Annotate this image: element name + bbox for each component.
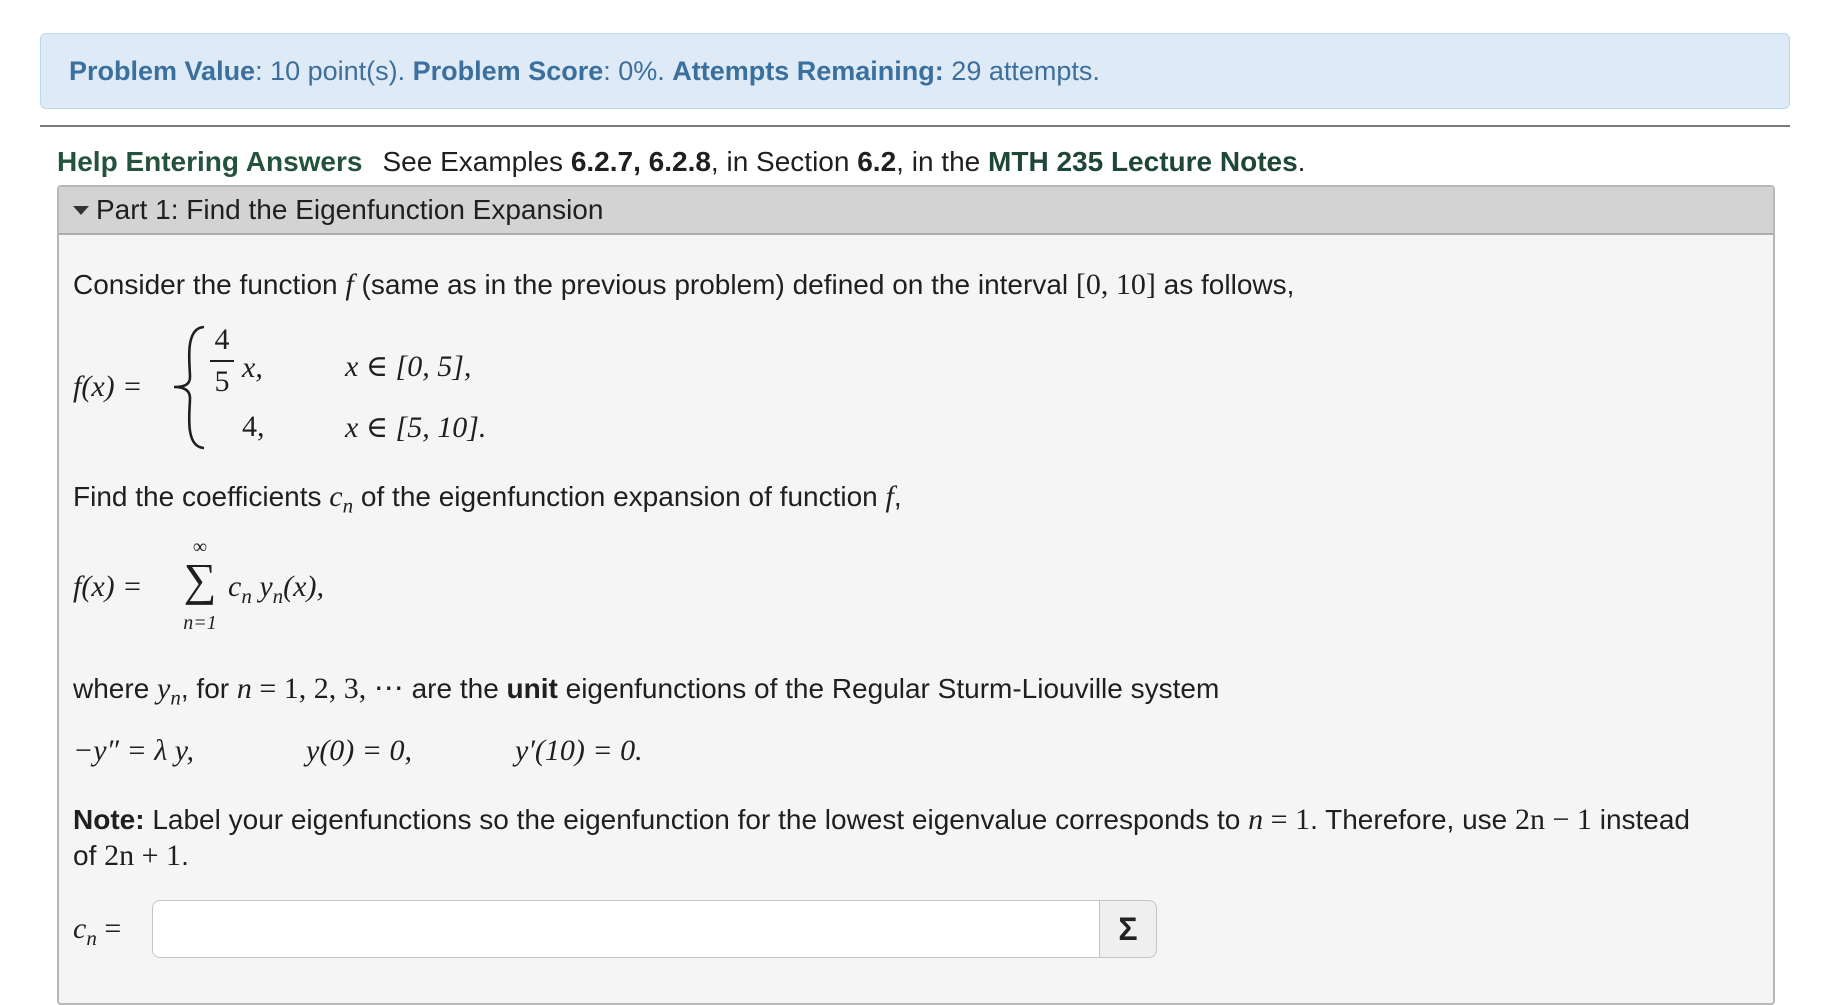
series-y-subscript: n: [272, 584, 284, 608]
find-text-c: ,: [893, 481, 902, 512]
part-1-title: Part 1: Find the Eigenfunction Expansion: [96, 194, 604, 225]
note-line-1: Note: Label your eigenfunctions so the e…: [73, 803, 1690, 837]
note-n: n: [1248, 803, 1264, 836]
help-line: Help Entering Answers See Examples 6.2.7,…: [57, 146, 1305, 178]
fraction-bar: [210, 360, 234, 362]
intro-text-c: as follows,: [1155, 269, 1295, 300]
where-text: where yn, for n = 1, 2, 3, ⋯ are the uni…: [73, 671, 1219, 711]
where-text-d: eigenfunctions of the Regular Sturm-Liou…: [557, 673, 1220, 704]
part-1-header[interactable]: Part 1: Find the Eigenfunction Expansion: [59, 187, 1773, 235]
series-c: c: [228, 570, 242, 603]
find-coefficients-text: Find the coefficients cn of the eigenfun…: [73, 480, 902, 519]
help-text-see: See Examples: [382, 146, 571, 177]
series-x: (x),: [283, 570, 324, 603]
note-line-2: of 2n + 1.: [73, 839, 189, 873]
sigma-symbol: ∑: [183, 554, 217, 605]
problem-score-label: Problem Score: [412, 56, 604, 86]
where-text-a: where: [73, 673, 158, 704]
note-label: Note:: [73, 804, 145, 835]
note-2n-plus-1: 2n + 1: [104, 839, 182, 872]
piece1-x: x,: [242, 351, 263, 384]
caret-down-icon[interactable]: [73, 206, 89, 215]
n-subscript: n: [342, 493, 354, 518]
series-lhs: f(x) =: [73, 570, 143, 603]
help-entering-answers-link[interactable]: Help Entering Answers: [57, 146, 362, 177]
left-brace: [173, 325, 205, 450]
piece2-domain: x ∈ [5, 10].: [345, 411, 487, 444]
interval: [0, 10]: [1075, 268, 1156, 301]
note-text-end: .: [181, 840, 189, 871]
note-text-of: of: [73, 840, 105, 871]
problem-score: : 0%.: [603, 56, 673, 86]
ode-equation: −y″ = λ y,: [73, 734, 194, 767]
piecewise-lhs: f(x) =: [73, 370, 143, 403]
find-text-a: Find the coefficients: [73, 481, 330, 512]
y-symbol: y: [157, 672, 171, 705]
where-text-c: are the: [403, 673, 507, 704]
where-text-b: , for: [180, 673, 237, 704]
answer-label: cn =: [73, 912, 121, 951]
note-text-c: instead: [1591, 804, 1691, 835]
answer-c-subscript: n: [86, 926, 97, 950]
fraction-numerator: 4: [214, 323, 230, 356]
help-text-in-the: , in the: [896, 146, 989, 177]
divider: [40, 125, 1790, 127]
piece2-value: 4,: [242, 410, 265, 443]
attempts-remaining: 29 attempts.: [943, 56, 1100, 86]
boundary-condition-1: y(0) = 0,: [306, 734, 413, 767]
piece1-domain: x ∈ [0, 5],: [345, 350, 472, 383]
fraction-denominator: 5: [214, 365, 230, 398]
problem-status-banner: Problem Value: 10 point(s). Problem Scor…: [40, 33, 1790, 109]
note-2n-minus-1: 2n − 1: [1515, 803, 1592, 836]
note-eq: = 1: [1263, 803, 1311, 836]
series-y: y: [251, 570, 273, 603]
attempts-remaining-label: Attempts Remaining:: [672, 56, 944, 86]
y-subscript: n: [170, 685, 181, 710]
problem-value: : 10 point(s).: [255, 56, 413, 86]
c-symbol: c: [329, 480, 343, 513]
series-c-subscript: n: [241, 584, 252, 608]
find-text-b: of the eigenfunction expansion of functi…: [353, 481, 886, 512]
intro-text-b: (same as in the previous problem) define…: [353, 269, 1076, 300]
help-text-end: .: [1297, 146, 1306, 177]
answer-equals: =: [96, 912, 122, 945]
problem-intro: Consider the function f (same as in the …: [73, 268, 1294, 302]
f-symbol: f: [345, 268, 354, 301]
answer-c: c: [73, 912, 87, 945]
equation-editor-button[interactable]: Σ: [1099, 900, 1157, 958]
boundary-condition-2: y′(10) = 0.: [515, 734, 643, 767]
series-term: cn yn(x),: [228, 570, 324, 609]
intro-text-a: Consider the function: [73, 269, 346, 300]
note-text-a: Label your eigenfunctions so the eigenfu…: [144, 804, 1249, 835]
n-symbol: n: [236, 672, 252, 705]
unit-emphasis: unit: [506, 673, 558, 704]
lecture-notes-link[interactable]: MTH 235 Lecture Notes: [988, 146, 1298, 177]
n-values: = 1, 2, 3, ⋯: [251, 672, 404, 705]
sum-lower-limit: n=1: [183, 612, 217, 634]
section-ref: 6.2: [857, 146, 897, 177]
answer-input[interactable]: [152, 900, 1100, 958]
examples-ref: 6.2.7, 6.2.8: [570, 146, 711, 177]
note-text-b: . Therefore, use: [1310, 804, 1516, 835]
help-text-in-section: , in Section: [710, 146, 858, 177]
f-symbol-2: f: [885, 480, 894, 513]
problem-value-label: Problem Value: [69, 56, 256, 86]
